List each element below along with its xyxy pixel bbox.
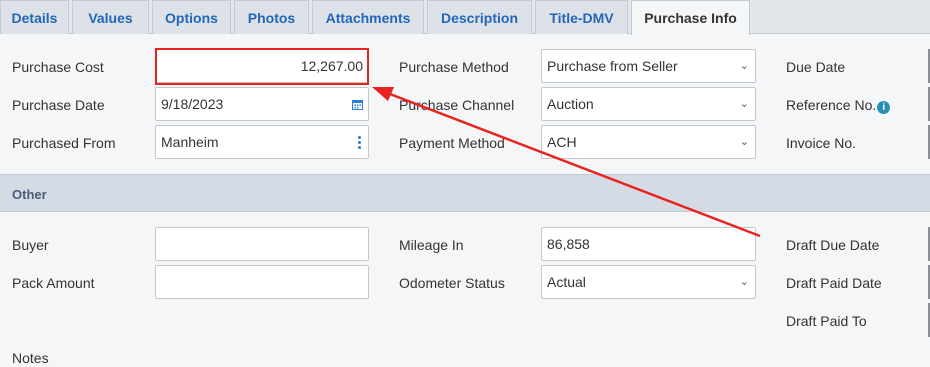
- payment-method-select[interactable]: ACH ⌄: [541, 125, 756, 159]
- purchase-cost-input[interactable]: 12,267.00: [155, 49, 369, 83]
- tab-bar: Details Values Options Photos Attachment…: [0, 0, 930, 35]
- mileage-in-input[interactable]: 86,858: [541, 227, 756, 261]
- odometer-status-label: Odometer Status: [399, 275, 505, 291]
- purchase-cost-label: Purchase Cost: [12, 59, 104, 75]
- purchase-date-input[interactable]: 9/18/2023: [155, 87, 369, 121]
- reference-no-label: Reference No. i: [786, 97, 891, 114]
- pack-amount-label: Pack Amount: [12, 275, 95, 291]
- payment-method-label: Payment Method: [399, 135, 505, 151]
- tab-title-dmv[interactable]: Title-DMV: [535, 0, 628, 34]
- buyer-input[interactable]: [155, 227, 369, 261]
- draft-paid-to-label: Draft Paid To: [786, 313, 867, 329]
- tab-attachments[interactable]: Attachments: [312, 0, 424, 34]
- draft-due-date-label: Draft Due Date: [786, 237, 880, 253]
- chevron-down-icon: ⌄: [739, 98, 749, 110]
- tab-purchase-info[interactable]: Purchase Info: [631, 0, 750, 35]
- other-section-header[interactable]: Other: [0, 174, 930, 212]
- purchased-from-value: Manheim: [161, 134, 219, 150]
- chevron-down-icon: ⌄: [739, 276, 749, 288]
- notes-label: Notes: [12, 350, 49, 366]
- due-date-label: Due Date: [786, 59, 846, 75]
- section-title: Other: [12, 187, 47, 202]
- purchase-date-label: Purchase Date: [12, 97, 105, 113]
- tab-values[interactable]: Values: [72, 0, 149, 34]
- purchased-from-label: Purchased From: [12, 135, 116, 151]
- purchase-channel-select[interactable]: Auction ⌄: [541, 87, 756, 121]
- info-icon[interactable]: i: [877, 101, 891, 114]
- payment-method-value: ACH: [547, 134, 577, 150]
- odometer-status-select[interactable]: Actual ⌄: [541, 265, 756, 299]
- calendar-icon[interactable]: [352, 99, 363, 110]
- mileage-in-label: Mileage In: [399, 237, 464, 253]
- pack-amount-input[interactable]: [155, 265, 369, 299]
- purchase-date-value: 9/18/2023: [161, 96, 224, 112]
- more-vertical-icon[interactable]: [358, 136, 361, 149]
- purchase-method-label: Purchase Method: [399, 59, 509, 75]
- chevron-down-icon: ⌄: [739, 60, 749, 72]
- purchased-from-input[interactable]: Manheim: [155, 125, 369, 159]
- purchase-channel-label: Purchase Channel: [399, 97, 515, 113]
- tab-description[interactable]: Description: [427, 0, 532, 34]
- arrow-head: [372, 87, 394, 101]
- chevron-down-icon: ⌄: [739, 136, 749, 148]
- tab-photos[interactable]: Photos: [234, 0, 309, 34]
- purchase-method-select[interactable]: Purchase from Seller ⌄: [541, 49, 756, 83]
- tab-options[interactable]: Options: [152, 0, 231, 34]
- invoice-no-label: Invoice No.: [786, 135, 857, 151]
- odometer-status-value: Actual: [547, 274, 586, 290]
- purchase-method-value: Purchase from Seller: [547, 58, 678, 74]
- buyer-label: Buyer: [12, 237, 49, 253]
- reference-no-text: Reference No.: [786, 97, 877, 113]
- draft-paid-date-label: Draft Paid Date: [786, 275, 882, 291]
- tab-details[interactable]: Details: [0, 0, 69, 34]
- purchase-channel-value: Auction: [547, 96, 594, 112]
